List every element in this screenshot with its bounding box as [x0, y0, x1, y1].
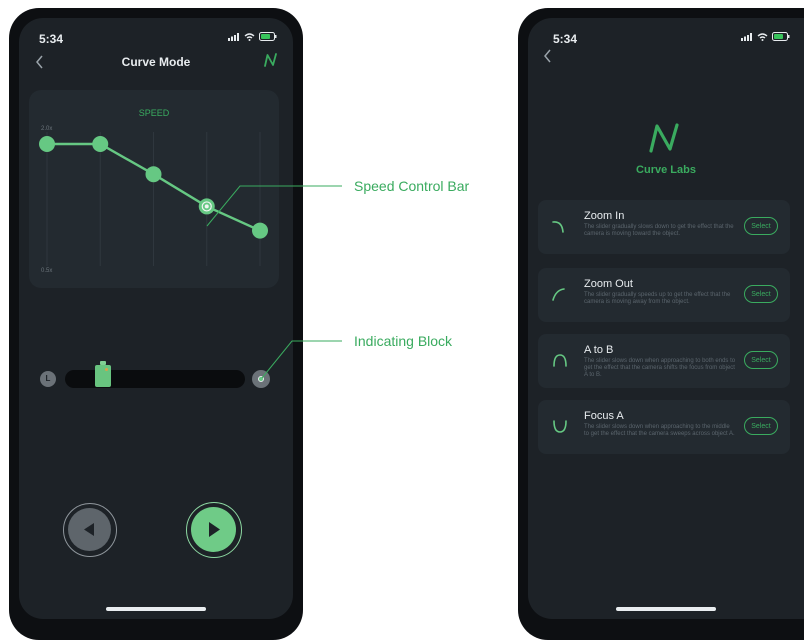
status-icons [741, 32, 790, 41]
speed-point[interactable] [39, 136, 55, 152]
nav-bar [528, 49, 804, 72]
curve-option-a-to-b[interactable]: A to B The slider slows down when approa… [538, 334, 790, 388]
speed-point-selected-dot [204, 204, 209, 209]
speed-chart[interactable]: SPEED 2.0x 0.5x [29, 90, 279, 288]
chart-title: SPEED [139, 108, 170, 118]
play-reverse-button[interactable] [63, 503, 117, 557]
curve-option-name: A to B [584, 344, 614, 356]
right-phone: 5:34 Curve Labs Zoom In The slider gradu… [518, 8, 804, 640]
status-bar: 5:34 [528, 32, 804, 48]
curve-option-name: Focus A [584, 410, 624, 422]
curve-option-desc: The slider slows down when approaching t… [584, 358, 736, 378]
play-button[interactable] [186, 502, 242, 558]
select-button[interactable]: Select [744, 285, 778, 303]
speed-chart-card: SPEED 2.0x 0.5x [29, 90, 279, 288]
curve-option-desc: The slider gradually speeds up to get th… [584, 292, 731, 305]
status-icons [228, 32, 277, 41]
brand-name: Curve Labs [636, 164, 696, 176]
curve-option-desc: The slider gradually slows down to get t… [584, 224, 734, 237]
y-max-label: 2.0x [41, 126, 52, 132]
curve-option-name: Zoom Out [584, 278, 633, 290]
signal-icon [741, 32, 752, 41]
indicating-block-callout: Indicating Block [354, 333, 453, 349]
zoom-out-curve-icon [552, 288, 565, 301]
curve-option-zoom-in[interactable]: Zoom In The slider gradually slows down … [538, 200, 790, 254]
curve-option-focus-a[interactable]: Focus A The slider slows down when appro… [538, 400, 790, 454]
target-icon[interactable] [252, 370, 270, 388]
select-button[interactable]: Select [744, 417, 778, 435]
slider-start-label: L [45, 374, 51, 383]
speed-point[interactable] [145, 166, 162, 183]
play-reverse-icon [84, 523, 94, 536]
curve-option-desc: The slider slows down when approaching t… [584, 424, 735, 437]
select-button[interactable]: Select [744, 217, 778, 235]
nav-bar: Curve Mode [19, 52, 293, 72]
home-indicator [616, 607, 716, 611]
focus-a-curve-icon [553, 420, 567, 433]
status-time: 5:34 [39, 32, 64, 46]
curve-option-zoom-out[interactable]: Zoom Out The slider gradually speeds up … [538, 268, 790, 322]
curve-logo-icon [264, 53, 277, 67]
chevron-left-icon[interactable] [540, 46, 556, 66]
curve-option-name: Zoom In [584, 210, 625, 222]
page-title: Curve Mode [121, 55, 191, 69]
signal-icon [228, 32, 239, 41]
status-bar: 5:34 [19, 32, 293, 48]
status-time: 5:34 [553, 32, 578, 46]
slider-start-button[interactable]: L [40, 371, 56, 387]
left-phone: 5:34 Curve Mode SPEED 2.0x 0.5x L [9, 8, 303, 640]
y-min-label: 0.5x [41, 268, 52, 274]
slider-track[interactable] [65, 370, 245, 388]
left-screen: 5:34 Curve Mode SPEED 2.0x 0.5x L [19, 18, 293, 619]
curve-logo-icon [649, 123, 679, 153]
camera-slider-handle-icon[interactable] [94, 361, 111, 389]
speed-point[interactable] [252, 222, 268, 239]
wifi-icon [757, 32, 768, 41]
battery-icon [772, 32, 790, 41]
zoom-in-curve-icon [552, 221, 564, 233]
right-screen: 5:34 Curve Labs Zoom In The slider gradu… [528, 18, 804, 619]
wifi-icon [244, 32, 255, 41]
speed-point[interactable] [92, 136, 109, 152]
home-indicator [106, 607, 206, 611]
a-to-b-curve-icon [553, 354, 567, 367]
speed-control-callout: Speed Control Bar [354, 178, 470, 194]
play-icon [209, 522, 220, 537]
battery-icon [259, 32, 277, 41]
select-button[interactable]: Select [744, 351, 778, 369]
